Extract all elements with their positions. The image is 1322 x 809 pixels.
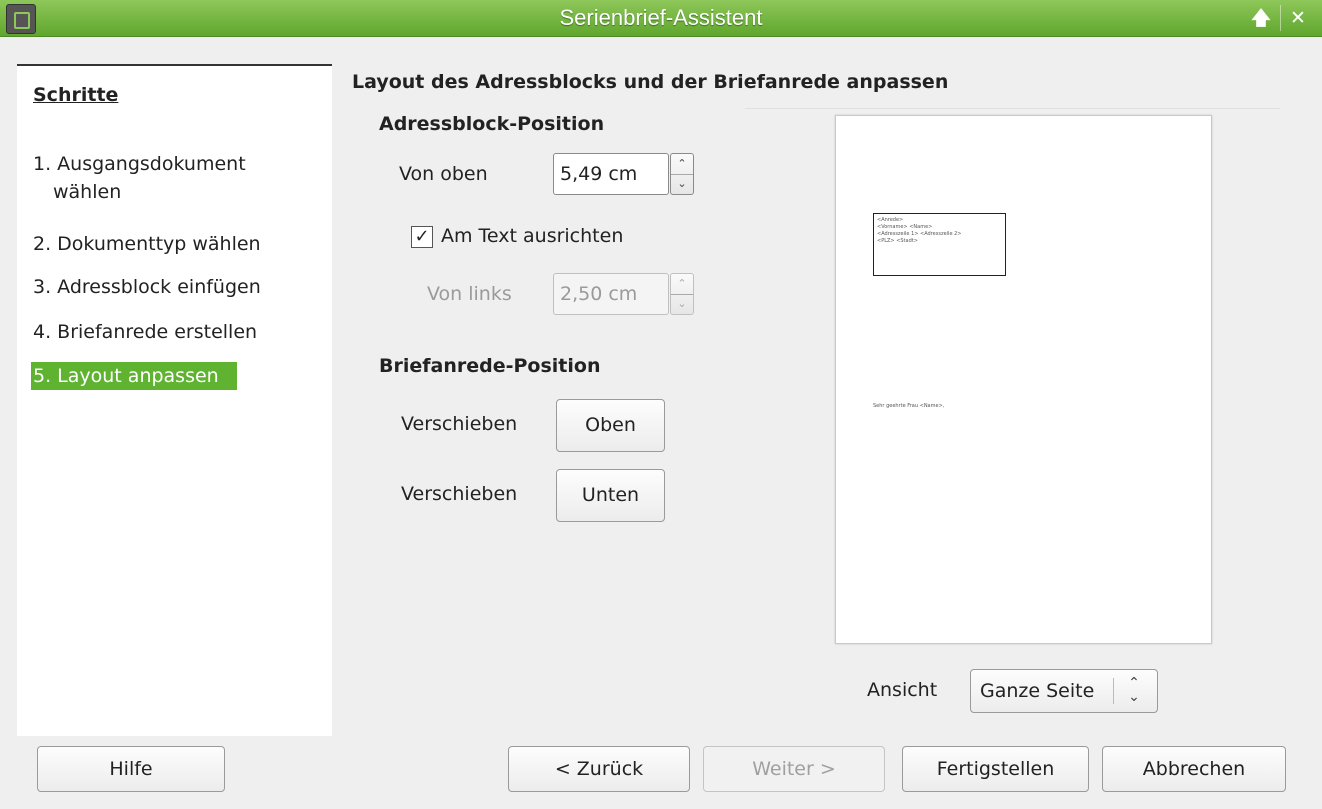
address-line: <PLZ> <Stadt> xyxy=(877,238,918,244)
from-top-value[interactable]: 5,49 cm xyxy=(560,154,637,194)
close-icon[interactable]: ✕ xyxy=(1280,5,1315,31)
spin-up-icon[interactable]: ⌃ xyxy=(671,274,693,295)
view-label: Ansicht xyxy=(867,679,938,701)
steps-heading: Schritte xyxy=(33,84,119,106)
view-select-value[interactable]: Ganze Seite xyxy=(980,670,1094,712)
maximize-arrow-icon[interactable]: 🡅 xyxy=(1244,5,1278,31)
spin-up-icon[interactable]: ⌃ xyxy=(671,154,693,175)
align-text-checkbox[interactable]: ✓ xyxy=(411,226,433,248)
step-item-1-line1: 1. Ausgangsdokument xyxy=(33,153,246,175)
page-preview: <Anrede> <Vorname> <Name> <Adresszeile 1… xyxy=(835,115,1212,644)
from-left-value[interactable]: 2,50 cm xyxy=(560,274,637,314)
from-top-spinbox[interactable]: 5,49 cm ⌃ ⌄ xyxy=(553,153,694,195)
page-title: Layout des Adressblocks und der Briefanr… xyxy=(352,71,949,93)
step-item-2[interactable]: 2. Dokumenttyp wählen xyxy=(33,230,333,258)
window-title: Serienbrief-Assistent xyxy=(559,5,763,30)
from-top-stepper[interactable]: ⌃ ⌄ xyxy=(670,153,694,195)
move-label-up: Verschieben xyxy=(401,413,518,435)
finish-button[interactable]: Fertigstellen xyxy=(902,746,1089,792)
step-item-5-active[interactable]: 5. Layout anpassen xyxy=(30,361,238,391)
header-divider xyxy=(745,108,1280,109)
move-down-button[interactable]: Unten xyxy=(556,469,665,522)
next-button[interactable]: Weiter > xyxy=(703,746,885,792)
from-left-label: Von links xyxy=(427,283,512,305)
step-item-3[interactable]: 3. Adressblock einfügen xyxy=(33,273,333,301)
from-top-label: Von oben xyxy=(399,163,488,185)
move-label-down: Verschieben xyxy=(401,483,518,505)
greeting-preview: Sehr geehrte Frau <Name>, xyxy=(873,403,945,409)
from-left-stepper[interactable]: ⌃ ⌄ xyxy=(670,273,694,315)
align-text-label: Am Text ausrichten xyxy=(441,225,624,247)
greeting-position-heading: Briefanrede-Position xyxy=(379,355,601,377)
address-line: <Adresszeile 1> <Adresszeile 2> xyxy=(877,231,962,237)
view-select-divider xyxy=(1113,678,1114,704)
step-item-4[interactable]: 4. Briefanrede erstellen xyxy=(33,318,333,346)
move-up-button[interactable]: Oben xyxy=(556,399,665,452)
step-item-1[interactable]: 1. Ausgangsdokument wählen xyxy=(33,150,313,206)
back-button[interactable]: < Zurück xyxy=(508,746,690,792)
address-line: <Vorname> <Name> xyxy=(877,224,933,230)
steps-panel: Schritte 1. Ausgangsdokument wählen 2. D… xyxy=(17,64,332,736)
address-line: <Anrede> xyxy=(877,217,904,223)
spin-down-icon[interactable]: ⌄ xyxy=(671,174,693,194)
address-block-preview: <Anrede> <Vorname> <Name> <Adresszeile 1… xyxy=(873,213,1006,276)
address-position-heading: Adressblock-Position xyxy=(379,113,605,135)
spin-down-icon[interactable]: ⌄ xyxy=(671,294,693,314)
cancel-button[interactable]: Abbrechen xyxy=(1102,746,1286,792)
step-item-1-line2: wählen xyxy=(53,181,122,203)
up-down-chevron-icon[interactable]: ⌃ ⌄ xyxy=(1119,676,1149,706)
help-button[interactable]: Hilfe xyxy=(37,746,225,792)
from-left-spinbox[interactable]: 2,50 cm ⌃ ⌄ xyxy=(553,273,694,315)
view-select[interactable]: Ganze Seite ⌃ ⌄ xyxy=(970,669,1158,713)
